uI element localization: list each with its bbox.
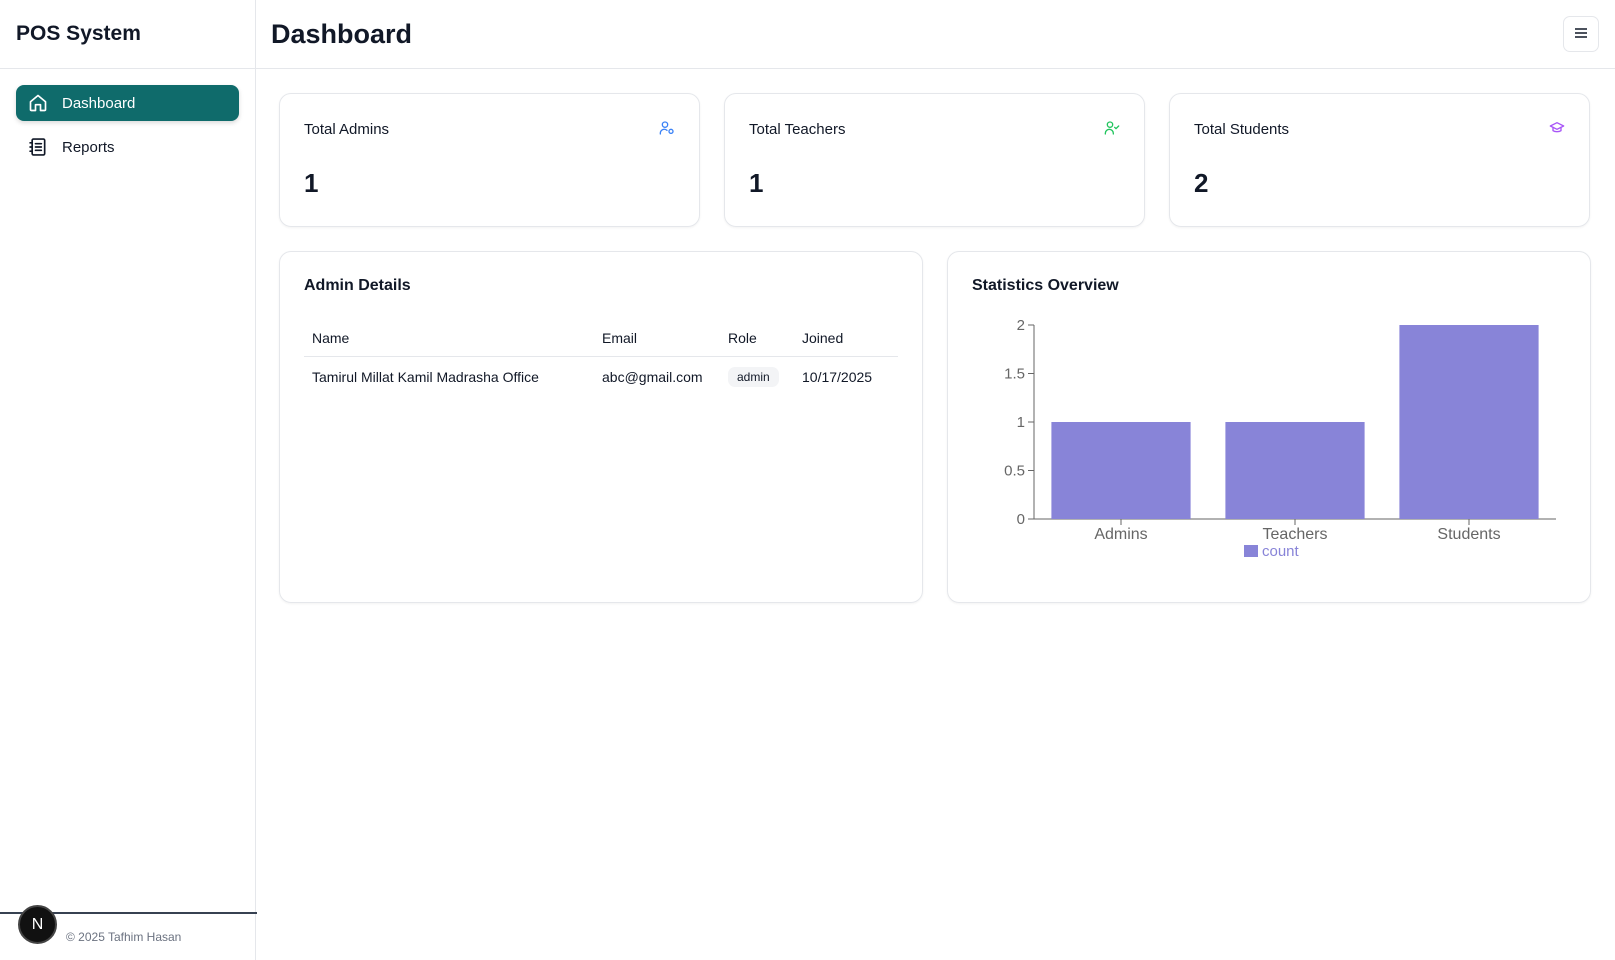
table-row[interactable]: Tamirul Millat Kamil Madrasha Office abc… <box>304 357 898 398</box>
stat-card-students: Total Students 2 <box>1169 93 1590 227</box>
statistics-panel: Statistics Overview 0 0.5 1 1.5 2 Admins Teach… <box>947 251 1591 603</box>
sidebar-item-reports[interactable]: Reports <box>16 129 239 165</box>
cell-role: admin <box>720 357 794 398</box>
dev-badge[interactable]: N <box>18 905 57 944</box>
bar-teachers <box>1225 422 1365 519</box>
column-header-joined: Joined <box>794 320 898 357</box>
stat-label: Total Teachers <box>749 121 846 138</box>
cell-joined: 10/17/2025 <box>802 369 873 385</box>
table-header-row: Name Email Role Joined <box>304 320 898 357</box>
column-header-email: Email <box>594 320 720 357</box>
legend-swatch <box>1244 545 1258 557</box>
stat-label: Total Students <box>1194 121 1290 138</box>
column-header-role: Role <box>720 320 794 357</box>
statistics-bar-chart: 0 0.5 1 1.5 2 Admins Teachers Students count <box>1004 317 1556 560</box>
y-tick-label: 0 <box>1017 511 1025 528</box>
menu-icon <box>1574 27 1588 42</box>
menu-button[interactable] <box>1563 16 1599 52</box>
cell-email: abc@gmail.com <box>602 369 703 385</box>
admin-table: Name Email Role Joined Tamirul Millat Ka… <box>304 320 898 397</box>
stat-card-teachers: Total Teachers 1 <box>724 93 1145 227</box>
panel-title: Admin Details <box>304 277 411 294</box>
legend-label: count <box>1262 543 1300 560</box>
sidebar-item-label: Reports <box>62 138 115 156</box>
y-tick-label: 0.5 <box>1004 463 1025 480</box>
y-tick-label: 2 <box>1017 317 1025 334</box>
panel-title: Statistics Overview <box>972 277 1119 294</box>
brand-title: POS System <box>0 0 255 69</box>
stat-value: 1 <box>749 168 764 198</box>
stat-value: 1 <box>304 168 319 198</box>
stats-row: Total Admins 1 Total Teachers 1 Total St… <box>279 93 1591 227</box>
graduation-cap-icon <box>1549 120 1565 136</box>
stat-card-admins: Total Admins 1 <box>279 93 700 227</box>
topbar: Dashboard <box>256 0 1615 69</box>
cell-name: Tamirul Millat Kamil Madrasha Office <box>312 369 539 385</box>
y-tick-label: 1.5 <box>1004 366 1025 383</box>
x-tick-label: Teachers <box>1263 526 1328 543</box>
main-area: Dashboard Total Admins 1 Total Teachers … <box>256 0 1615 960</box>
app: POS System Dashboard Reports N © 2025 Ta… <box>0 0 1615 960</box>
stat-value: 2 <box>1194 168 1209 198</box>
copyright-text: © 2025 Tafhim Hasan <box>66 930 182 944</box>
admin-details-panel: Admin Details Name Email Role Joined Tam… <box>279 251 923 603</box>
stat-label: Total Admins <box>304 121 390 138</box>
y-tick-label: 1 <box>1017 414 1025 431</box>
lower-row: Admin Details Name Email Role Joined Tam… <box>279 251 1591 603</box>
page-title: Dashboard <box>271 18 413 49</box>
home-icon <box>28 93 48 113</box>
reports-icon <box>28 137 48 157</box>
column-header-name: Name <box>304 320 594 357</box>
role-badge: admin <box>728 367 779 387</box>
x-tick-label: Admins <box>1094 526 1147 543</box>
sidebar-footer: N © 2025 Tafhim Hasan <box>0 905 257 960</box>
sidebar-item-label: Dashboard <box>62 94 136 112</box>
sidebar: POS System Dashboard Reports N © 2025 Ta… <box>0 0 257 960</box>
sidebar-nav: Dashboard Reports <box>0 69 255 189</box>
x-tick-label: Students <box>1437 526 1500 543</box>
dashboard-content: Total Admins 1 Total Teachers 1 Total St… <box>256 69 1615 603</box>
bar-students <box>1399 325 1539 519</box>
user-check-icon <box>1104 120 1120 136</box>
users-gear-icon <box>659 120 675 136</box>
bar-admins <box>1051 422 1191 519</box>
sidebar-item-dashboard[interactable]: Dashboard <box>16 85 239 121</box>
chart-container: 0 0.5 1 1.5 2 Admins Teachers Students count <box>972 307 1566 582</box>
